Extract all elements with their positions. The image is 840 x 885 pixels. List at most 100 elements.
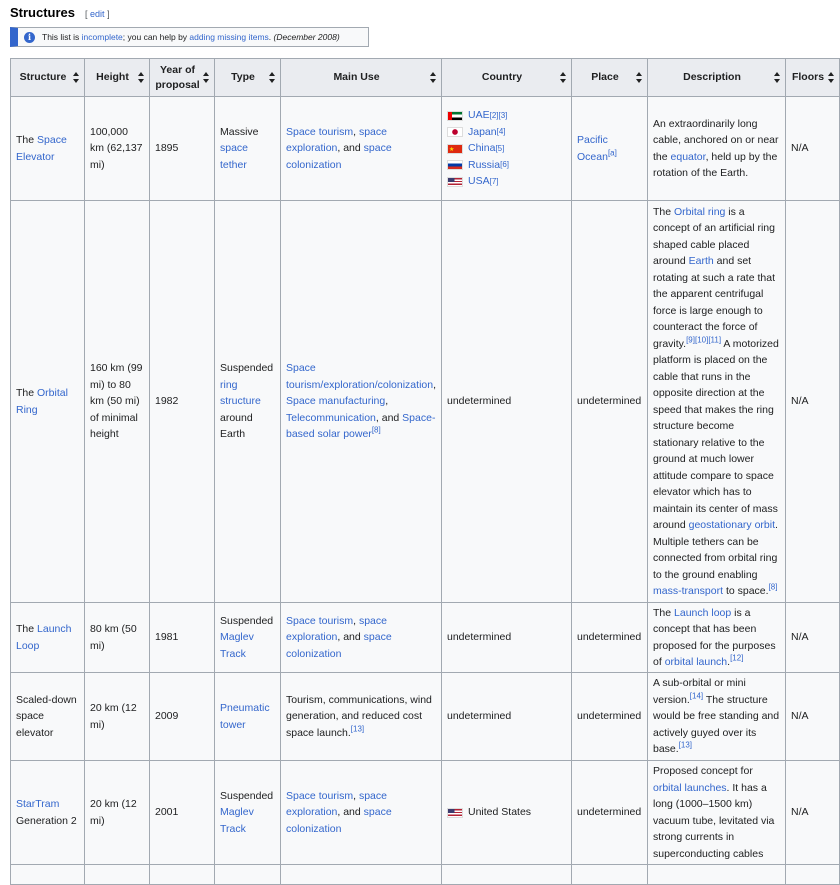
cell-main-use: Space tourism, space exploration, and sp… [280,96,442,201]
section-heading: Structures [ edit ] [10,5,110,23]
cell-height: 20 km (12 mi) [84,760,150,865]
type-link[interactable]: ring structure [220,379,261,408]
cell-country: United States [441,760,572,865]
cell-description: Proposed concept for orbital launches. I… [647,760,786,865]
reference-link[interactable]: [13] [679,741,692,750]
header-year[interactable]: Year of proposal [149,58,215,97]
reference-link[interactable]: [7] [490,177,499,186]
reference-link[interactable]: [a] [608,148,617,157]
reference-link[interactable]: [2][3] [490,111,508,120]
type-link[interactable]: Pneumatic tower [220,702,270,731]
country-link[interactable]: China [468,140,495,157]
cell-main-use: Tourism, communications, wind generation… [280,672,442,761]
use-link[interactable]: Space tourism/exploration/colonization [286,362,433,391]
edit-link[interactable]: edit [90,9,105,19]
cell-year: 1895 [149,96,215,201]
structure-link[interactable]: StarTram [16,798,59,810]
cell-height: 160 km (99 mi) to 80 km (50 mi) of minim… [84,200,150,603]
cell-place: undetermined [571,200,648,603]
incomplete-link[interactable]: incomplete [82,32,123,42]
flag-uae-icon [447,110,463,121]
cell-height: 20 km (12 mi) [84,672,150,761]
country-link[interactable]: UAE [468,107,490,124]
header-floors-label: Floors [791,71,825,83]
description-link[interactable]: Orbital ring [674,206,725,218]
reference-link[interactable]: [9][10][11] [686,335,721,344]
header-height[interactable]: Height [84,58,150,97]
reference-link[interactable]: [5] [495,144,504,153]
reference-link[interactable]: [8] [769,583,778,592]
country-item: USA [7] [447,173,566,190]
cell-structure: StarTram Generation 2 [10,760,85,865]
cell-type: Suspended Maglev Track [214,602,281,673]
cell-place: undetermined [571,602,648,673]
header-description-label: Description [683,71,741,83]
cell-main-use: Space tourism, space exploration, and sp… [280,760,442,865]
text: Massive [220,125,259,138]
cell-country: undetermined [441,602,572,673]
reference-link[interactable]: [6] [500,160,509,169]
cell-floors: N/A [785,672,840,761]
cell-type: Pneumatic tower [214,672,281,761]
cell-empty [647,864,786,885]
reference-link[interactable]: [8] [372,426,381,435]
country-item: United States [447,804,566,821]
type-link[interactable]: Maglev Track [220,631,254,660]
table-row: The Space Elevator 100,000 km (62,137 mi… [10,96,840,201]
text: to space. [723,585,769,597]
use-link[interactable]: Space tourism [286,126,353,138]
header-year-label: Year of proposal [155,63,200,91]
header-height-label: Height [96,71,129,83]
header-place[interactable]: Place [571,58,648,97]
adding-missing-items-link[interactable]: adding missing items [189,32,268,42]
cell-place: Pacific Ocean[a] [571,96,648,201]
text: The [653,606,675,619]
header-country[interactable]: Country [441,58,572,97]
reference-link[interactable]: [14] [690,691,703,700]
notice-text-2: ; you can help by [122,32,190,42]
description-link[interactable]: orbital launches [653,782,727,794]
country-name: United States [468,806,532,819]
cell-empty [84,864,150,885]
flag-usa-icon [447,176,463,187]
use-link[interactable]: Space manufacturing [286,395,385,407]
text: A motorized platform is placed on the ca… [653,337,779,532]
header-type-label: Type [231,71,255,83]
cell-empty [149,864,215,885]
header-description[interactable]: Description [647,58,786,97]
cell-structure: The Orbital Ring [10,200,85,603]
cell-description: The Launch loop is a concept that has be… [647,602,786,673]
header-main-use[interactable]: Main Use [280,58,442,97]
description-link[interactable]: orbital launch [665,656,727,668]
header-country-label: Country [481,71,523,83]
cell-type: Massive space tether [214,96,281,201]
header-row: Structure Height Year of proposal Type M… [10,58,840,97]
use-link[interactable]: Telecommunication [286,412,376,424]
reference-link[interactable]: [12] [730,654,743,663]
country-item: UAE [2][3] [447,107,566,124]
country-link[interactable]: USA [468,173,490,190]
header-floors[interactable]: Floors [785,58,840,97]
text: The [16,134,38,146]
type-link[interactable]: space tether [220,142,248,171]
country-link[interactable]: Russia [468,157,500,174]
use-link[interactable]: Space tourism [286,615,353,627]
description-link[interactable]: mass-transport [653,585,723,597]
text: The [16,623,38,635]
description-link[interactable]: Earth [689,255,714,267]
reference-link[interactable]: [13] [351,724,364,733]
description-link[interactable]: geostationary orbit [689,519,775,531]
reference-link[interactable]: [4] [497,127,506,136]
use-link[interactable]: Space tourism [286,790,353,802]
country-link[interactable]: Japan [468,124,497,141]
header-structure[interactable]: Structure [10,58,85,97]
description-link[interactable]: Launch loop [674,607,731,619]
cell-year: 2009 [149,672,215,761]
description-link[interactable]: equator [671,151,706,163]
flag-japan-icon [447,127,463,137]
place-link[interactable]: Pacific Ocean [577,134,608,163]
text: The [16,387,38,399]
structures-table: Structure Height Year of proposal Type M… [10,58,840,885]
header-type[interactable]: Type [214,58,281,97]
type-link[interactable]: Maglev Track [220,806,254,835]
